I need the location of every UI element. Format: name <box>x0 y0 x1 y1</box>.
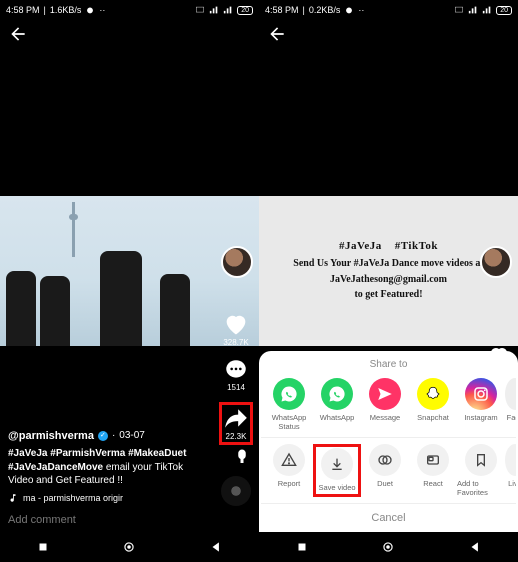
like-button[interactable]: 328.7K <box>222 310 250 347</box>
alarm-icon <box>85 5 95 15</box>
verified-badge-icon: ✓ <box>98 431 108 441</box>
app-label: Instagram <box>464 413 497 422</box>
action-add-favorites[interactable]: Add to Favorites <box>457 444 505 497</box>
share-message[interactable]: Message <box>361 378 409 431</box>
bookmark-icon <box>473 452 489 468</box>
duet-icon <box>377 452 393 468</box>
cast-icon <box>195 5 205 15</box>
whatsapp-icon <box>280 385 298 403</box>
signal-icon <box>482 5 492 15</box>
music-row[interactable]: ma - parmishverma origir <box>8 492 188 504</box>
cn-tower <box>72 202 75 257</box>
action-live[interactable]: Live <box>505 444 516 497</box>
share-whatsapp-status[interactable]: WhatsApp Status <box>265 378 313 431</box>
status-time: 4:58 PM <box>6 5 40 15</box>
heart-icon <box>222 310 250 338</box>
tiktok-screen-video: 4:58 PM | 1.6KB/s ·· 20 <box>0 0 259 562</box>
app-label: Face <box>507 413 516 422</box>
music-note-icon <box>8 493 18 503</box>
comment-button[interactable]: 1514 <box>223 357 249 392</box>
action-label: Save video <box>318 483 355 492</box>
share-snapchat[interactable]: Snapchat <box>409 378 457 431</box>
android-navbar <box>259 532 518 562</box>
back-row <box>259 20 518 48</box>
send-icon <box>376 385 394 403</box>
video-card-area[interactable]: #JaVeJa #TikTok Send Us Your #JaVeJa Dan… <box>259 196 518 346</box>
comment-icon <box>223 357 249 383</box>
share-whatsapp[interactable]: WhatsApp <box>313 378 361 431</box>
signal-icon <box>223 5 233 15</box>
duet-rail-icon[interactable] <box>233 448 251 466</box>
sound-disc[interactable] <box>221 476 251 506</box>
add-comment-input[interactable]: Add comment <box>8 514 76 526</box>
app-label: WhatsApp Status <box>265 413 313 431</box>
home-icon[interactable] <box>122 540 136 554</box>
battery-icon: 20 <box>496 6 512 15</box>
comment-count: 1514 <box>227 383 245 392</box>
share-sheet: Share to WhatsApp Status WhatsApp Messag… <box>259 351 518 532</box>
home-icon[interactable] <box>381 540 395 554</box>
app-label: Message <box>370 413 400 422</box>
app-label: WhatsApp <box>320 413 355 422</box>
alarm-icon <box>344 5 354 15</box>
status-net: 0.2KB/s <box>309 5 341 15</box>
username[interactable]: @parmishverma <box>8 429 94 444</box>
tiktok-screen-share: 4:58 PM | 0.2KB/s ·· 20 #JaVeJa #TikTok … <box>259 0 518 562</box>
music-text: ma - parmishverma origir <box>23 492 123 504</box>
instagram-icon <box>472 385 490 403</box>
card-line-1: Send Us Your #JaVeJa Dance move videos a… <box>293 257 483 271</box>
status-net: 1.6KB/s <box>50 5 82 15</box>
recent-apps-icon[interactable] <box>295 540 309 554</box>
report-icon <box>281 452 297 468</box>
share-button[interactable]: 22.3K <box>219 402 253 445</box>
action-save-video[interactable]: Save video <box>313 444 361 497</box>
action-react[interactable]: React <box>409 444 457 497</box>
share-facebook[interactable]: Face <box>505 378 516 431</box>
post-date: 03-07 <box>119 429 145 443</box>
back-row <box>0 20 259 48</box>
cancel-button[interactable]: Cancel <box>261 503 516 528</box>
status-time: 4:58 PM <box>265 5 299 15</box>
card-line-3: to get Featured! <box>354 288 422 302</box>
creator-avatar[interactable] <box>480 246 512 278</box>
statusbar: 4:58 PM | 0.2KB/s ·· 20 <box>259 0 518 20</box>
sheet-title: Share to <box>261 359 516 370</box>
back-icon[interactable] <box>8 24 28 44</box>
like-count: 328.7K <box>223 338 248 347</box>
react-icon <box>425 452 441 468</box>
action-label: React <box>423 479 443 488</box>
card-hashtag-1: #JaVeJa <box>339 240 382 252</box>
snapchat-icon <box>424 385 442 403</box>
app-label: Snapchat <box>417 413 449 422</box>
statusbar: 4:58 PM | 1.6KB/s ·· 20 <box>0 0 259 20</box>
action-label: Duet <box>377 479 393 488</box>
whatsapp-icon <box>328 385 346 403</box>
signal-icon <box>468 5 478 15</box>
back-nav-icon[interactable] <box>468 540 482 554</box>
share-icon <box>223 406 249 432</box>
card-line-2: JaVeJathesong@gmail.com <box>330 273 447 287</box>
share-instagram[interactable]: Instagram <box>457 378 505 431</box>
battery-icon: 20 <box>237 6 253 15</box>
download-icon <box>329 456 345 472</box>
card-hashtag-2: #TikTok <box>395 240 438 252</box>
creator-avatar[interactable] <box>221 246 253 278</box>
recent-apps-icon[interactable] <box>36 540 50 554</box>
back-nav-icon[interactable] <box>209 540 223 554</box>
caption-block: @parmishverma ✓ · 03-07 #JaVeJa #Parmish… <box>8 429 188 504</box>
android-navbar <box>0 532 259 562</box>
action-label: Add to Favorites <box>457 479 505 497</box>
action-label: Live <box>508 479 516 488</box>
action-duet[interactable]: Duet <box>361 444 409 497</box>
signal-icon <box>209 5 219 15</box>
action-label: Report <box>278 479 301 488</box>
action-report[interactable]: Report <box>265 444 313 497</box>
back-icon[interactable] <box>267 24 287 44</box>
share-count: 22.3K <box>226 432 247 441</box>
cast-icon <box>454 5 464 15</box>
